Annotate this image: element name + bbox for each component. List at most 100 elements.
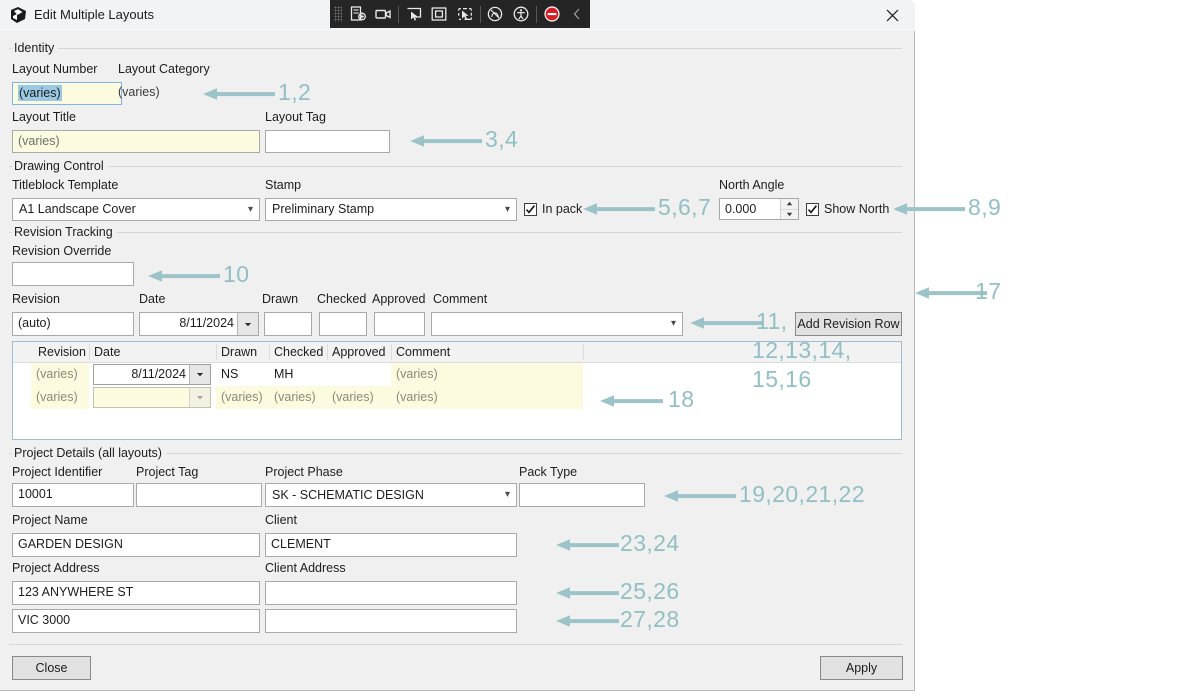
revision-input[interactable]: (auto) (12, 312, 134, 336)
client-address-input-line2[interactable] (265, 609, 517, 633)
project-identifier-input[interactable]: 10001 (12, 483, 134, 507)
capture-window-icon[interactable] (401, 1, 427, 27)
grid-col-date[interactable]: Date (94, 342, 120, 362)
revision-date-picker[interactable]: 8/11/2024 (139, 312, 259, 336)
pack-type-label: Pack Type (519, 465, 578, 479)
in-pack-checkbox[interactable]: In pack (524, 202, 582, 216)
checkbox-box (524, 202, 537, 216)
annotation-arrow-2 (410, 133, 482, 151)
stamp-select[interactable]: Preliminary Stamp ▾ (265, 198, 517, 221)
project-details-group: Project Details (all layouts) (9, 446, 902, 460)
annotation-label-1: 1,2 (278, 79, 312, 105)
spinner-down-icon[interactable] (781, 209, 798, 219)
chevron-down-icon[interactable] (189, 388, 210, 407)
project-address-label: Project Address (12, 561, 100, 575)
annotation-label-5: 10 (223, 261, 250, 287)
project-identifier-label: Project Identifier (12, 465, 103, 479)
layout-category-value: (varies) (118, 85, 160, 99)
client-input[interactable]: CLEMENT (265, 533, 517, 557)
apply-button[interactable]: Apply (820, 656, 903, 680)
spinner-up-icon[interactable] (781, 199, 798, 210)
row1-drawn-cell[interactable]: NS (216, 363, 269, 386)
capture-scrolling-icon[interactable] (452, 1, 478, 27)
stop-icon[interactable] (539, 1, 565, 27)
grid-col-divider[interactable] (391, 344, 392, 360)
grid-col-divider[interactable] (583, 344, 584, 360)
pack-type-input[interactable] (519, 483, 645, 507)
row1-date-cell[interactable]: 8/11/2024 (89, 363, 216, 386)
row1-checked-cell[interactable]: MH (269, 363, 327, 386)
comment-select[interactable]: ▾ (431, 312, 683, 336)
toolbar-drag-handle[interactable] (334, 6, 342, 22)
row2-drawn-cell[interactable]: (varies) (216, 386, 269, 409)
show-north-checkbox[interactable]: Show North (806, 202, 889, 216)
row2-checked-cell[interactable]: (varies) (269, 386, 327, 409)
row1-date-picker[interactable]: 8/11/2024 (93, 364, 211, 385)
checkbox-box (806, 202, 819, 216)
grid-col-divider[interactable] (89, 344, 90, 360)
close-button[interactable]: Close (12, 656, 91, 680)
layout-tag-input[interactable] (265, 130, 390, 153)
grid-col-checked[interactable]: Checked (274, 342, 323, 362)
project-address-input-line1[interactable]: 123 ANYWHERE ST (12, 581, 260, 605)
spinner-buttons[interactable] (780, 199, 798, 219)
grid-col-comment[interactable]: Comment (396, 342, 450, 362)
layout-number-input[interactable]: (varies) (12, 82, 122, 105)
capture-toolbar (330, 0, 590, 28)
row2-comment-cell[interactable]: (varies) (391, 386, 583, 409)
capture-region-icon[interactable] (345, 1, 371, 27)
row2-date-picker[interactable] (93, 387, 211, 408)
project-phase-value: SK - SCHEMATIC DESIGN (272, 488, 424, 502)
revision-column-label: Revision (12, 292, 60, 306)
north-angle-spinner[interactable]: 0.000 (719, 198, 799, 220)
chevron-down-icon[interactable] (237, 313, 258, 335)
toolbar-separator-3 (535, 5, 537, 23)
chevron-down-icon[interactable] (189, 365, 210, 384)
layout-title-input[interactable]: (varies) (12, 130, 260, 153)
layout-category-label: Layout Category (118, 62, 210, 76)
annotation-label-9: 17 (975, 278, 1002, 304)
capture-fullscreen-icon[interactable] (426, 1, 452, 27)
row2-revision-cell[interactable]: (varies) (31, 386, 89, 409)
row1-revision-cell[interactable]: (varies) (31, 363, 89, 386)
grid-col-revision[interactable]: Revision (38, 342, 86, 362)
annotation-arrow-6 (690, 315, 762, 333)
project-phase-select[interactable]: SK - SCHEMATIC DESIGN ▾ (265, 483, 517, 507)
drawn-input[interactable] (264, 312, 312, 336)
client-label: Client (265, 513, 297, 527)
annotation-arrow-13 (556, 585, 619, 603)
record-video-icon[interactable] (370, 1, 396, 27)
grid-col-divider[interactable] (216, 344, 217, 360)
row1-comment-cell[interactable]: (varies) (391, 363, 583, 386)
client-address-input-line1[interactable] (265, 581, 517, 605)
group-divider (9, 48, 902, 49)
grid-col-approved[interactable]: Approved (332, 342, 386, 362)
revision-date-value: 8/11/2024 (179, 316, 234, 330)
row1-approved-cell[interactable] (327, 363, 391, 386)
close-window-button[interactable] (869, 0, 915, 30)
titleblock-template-select[interactable]: A1 Landscape Cover ▾ (12, 198, 260, 221)
project-tag-input[interactable] (136, 483, 262, 507)
annotation-label-13: 25,26 (620, 578, 680, 604)
collapse-icon[interactable] (564, 1, 590, 27)
chevron-down-icon: ▾ (504, 204, 510, 215)
project-phase-label: Project Phase (265, 465, 343, 479)
grid-col-divider[interactable] (269, 344, 270, 360)
accessibility-icon[interactable] (508, 1, 534, 27)
annotate-icon[interactable] (483, 1, 509, 27)
grid-col-drawn[interactable]: Drawn (221, 342, 257, 362)
grid-col-divider[interactable] (327, 344, 328, 360)
annotation-arrow-12 (556, 537, 619, 555)
revision-override-input[interactable] (12, 262, 134, 286)
north-angle-value: 0.000 (725, 202, 757, 216)
drawing-control-group: Drawing Control (9, 159, 902, 173)
title-bar: Edit Multiple Layouts (0, 0, 915, 31)
project-name-input[interactable]: GARDEN DESIGN (12, 533, 260, 557)
row2-approved-cell[interactable]: (varies) (327, 386, 391, 409)
project-address-input-line2[interactable]: VIC 3000 (12, 609, 260, 633)
approved-input[interactable] (374, 312, 425, 336)
row2-date-cell[interactable] (89, 386, 216, 409)
add-revision-row-button[interactable]: Add Revision Row (795, 312, 902, 336)
checked-input[interactable] (319, 312, 367, 336)
revision-tracking-group: Revision Tracking (9, 225, 902, 239)
